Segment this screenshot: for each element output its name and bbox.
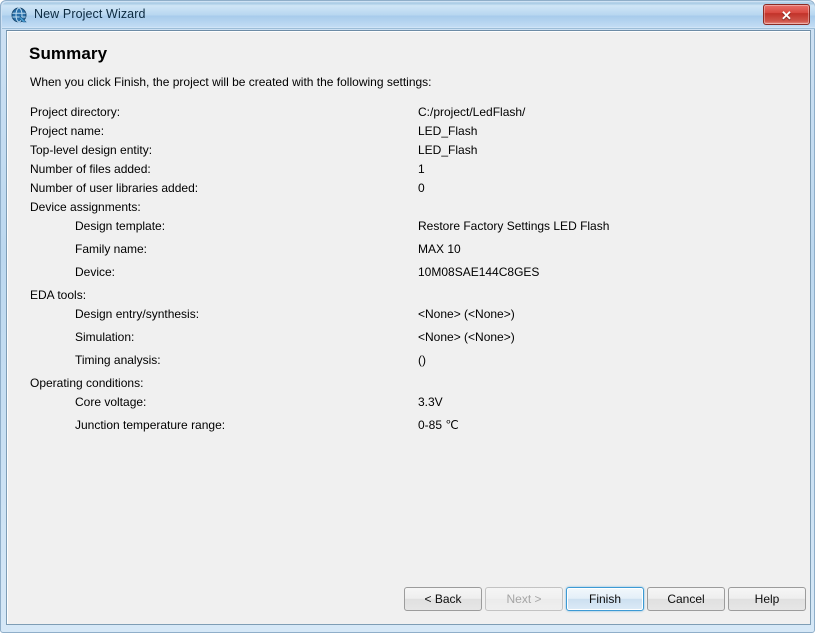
summary-row-value: 0 <box>418 181 425 195</box>
window-title: New Project Wizard <box>34 7 146 21</box>
summary-row-value: () <box>418 353 426 367</box>
summary-row-label: EDA tools: <box>30 288 87 302</box>
summary-row: Design template: Restore Factory Settings… <box>7 219 810 242</box>
summary-row-value: LED_Flash <box>418 143 478 157</box>
summary-row-label: Project name: <box>30 124 105 138</box>
close-icon: ✕ <box>781 8 792 23</box>
close-button[interactable]: ✕ <box>763 4 810 25</box>
summary-row: Project directory: C:/project/LedFlash/ <box>7 105 810 124</box>
summary-row: Number of files added: 1 <box>7 162 810 181</box>
summary-row-value: 10M08SAE144C8GES <box>418 265 540 279</box>
page-title: Summary <box>29 44 108 63</box>
summary-list: Project directory: C:/project/LedFlash/Pr… <box>7 105 810 441</box>
summary-row: EDA tools: <box>7 288 810 307</box>
cancel-button[interactable]: Cancel <box>647 587 725 611</box>
title-bar[interactable]: New Project Wizard ✕ <box>2 2 815 29</box>
summary-row-label: Design entry/synthesis: <box>75 307 200 321</box>
summary-row-value: LED_Flash <box>418 124 478 138</box>
summary-row-label: Number of user libraries added: <box>30 181 199 195</box>
summary-row: Design entry/synthesis: <None> (<None>) <box>7 307 810 330</box>
summary-row-label: Simulation: <box>75 330 135 344</box>
summary-row-label: Device: <box>75 265 116 279</box>
summary-row: Project name: LED_Flash <box>7 124 810 143</box>
summary-row-label: Number of files added: <box>30 162 151 176</box>
page-intro-text: When you click Finish, the project will … <box>30 75 432 89</box>
summary-row: Timing analysis: () <box>7 353 810 376</box>
summary-row: Device: 10M08SAE144C8GES <box>7 265 810 288</box>
quartus-globe-icon <box>11 7 28 24</box>
summary-row: Junction temperature range: 0-85 ℃ <box>7 418 810 441</box>
summary-row-label: Core voltage: <box>75 395 147 409</box>
summary-row-label: Family name: <box>75 242 148 256</box>
summary-row-label: Project directory: <box>30 105 121 119</box>
dialog-content: Summary When you click Finish, the proje… <box>7 31 810 624</box>
help-button[interactable]: Help <box>728 587 806 611</box>
summary-row: Device assignments: <box>7 200 810 219</box>
finish-button[interactable]: Finish <box>566 587 644 611</box>
back-button[interactable]: < Back <box>404 587 482 611</box>
summary-row: Simulation: <None> (<None>) <box>7 330 810 353</box>
summary-row-label: Timing analysis: <box>75 353 161 367</box>
summary-row-value: Restore Factory Settings LED Flash <box>418 219 610 233</box>
summary-row-value: MAX 10 <box>418 242 461 256</box>
dialog-client-area: Summary When you click Finish, the proje… <box>6 30 811 625</box>
summary-row: Number of user libraries added: 0 <box>7 181 810 200</box>
summary-row-value: <None> (<None>) <box>418 330 515 344</box>
dialog-button-bar: < Back Next > Finish Cancel Help <box>7 587 810 611</box>
summary-row-value: <None> (<None>) <box>418 307 515 321</box>
summary-row-label: Device assignments: <box>30 200 141 214</box>
summary-row: Core voltage: 3.3V <box>7 395 810 418</box>
summary-row-value: C:/project/LedFlash/ <box>418 105 526 119</box>
summary-row-label: Design template: <box>75 219 166 233</box>
next-button: Next > <box>485 587 563 611</box>
summary-row-value: 0-85 ℃ <box>418 418 459 432</box>
summary-row-label: Operating conditions: <box>30 376 144 390</box>
summary-row-label: Top-level design entity: <box>30 143 153 157</box>
summary-row: Top-level design entity: LED_Flash <box>7 143 810 162</box>
summary-row-label: Junction temperature range: <box>75 418 226 432</box>
summary-row: Operating conditions: <box>7 376 810 395</box>
summary-row-value: 3.3V <box>418 395 443 409</box>
summary-row: Family name: MAX 10 <box>7 242 810 265</box>
new-project-wizard-window: New Project Wizard ✕ Summary When you cl… <box>0 0 815 633</box>
summary-row-value: 1 <box>418 162 425 176</box>
